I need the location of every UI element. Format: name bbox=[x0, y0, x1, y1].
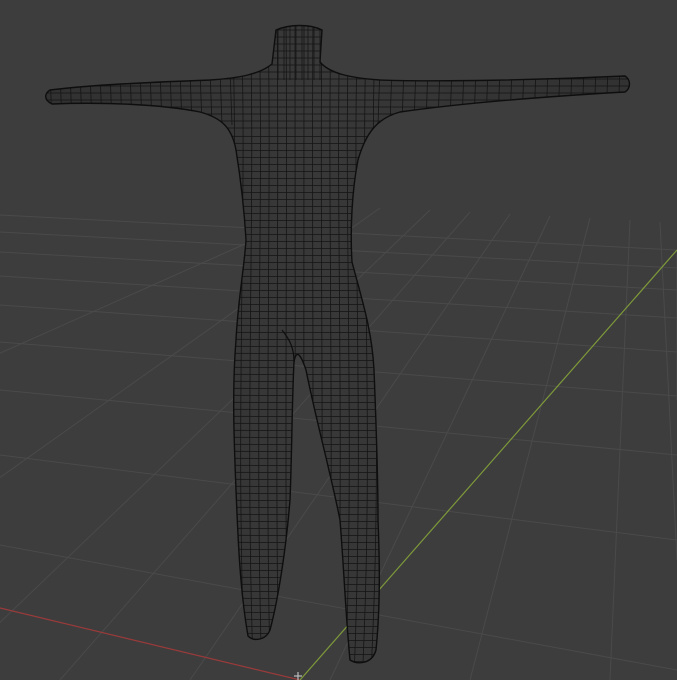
humanoid-mesh[interactable] bbox=[0, 0, 677, 680]
grid-line bbox=[469, 217, 591, 680]
viewport-scene[interactable] bbox=[0, 0, 677, 680]
3d-viewport[interactable] bbox=[0, 0, 677, 680]
grid-line bbox=[0, 544, 677, 671]
mesh-wireframe bbox=[45, 25, 630, 663]
grid-line bbox=[659, 221, 677, 561]
